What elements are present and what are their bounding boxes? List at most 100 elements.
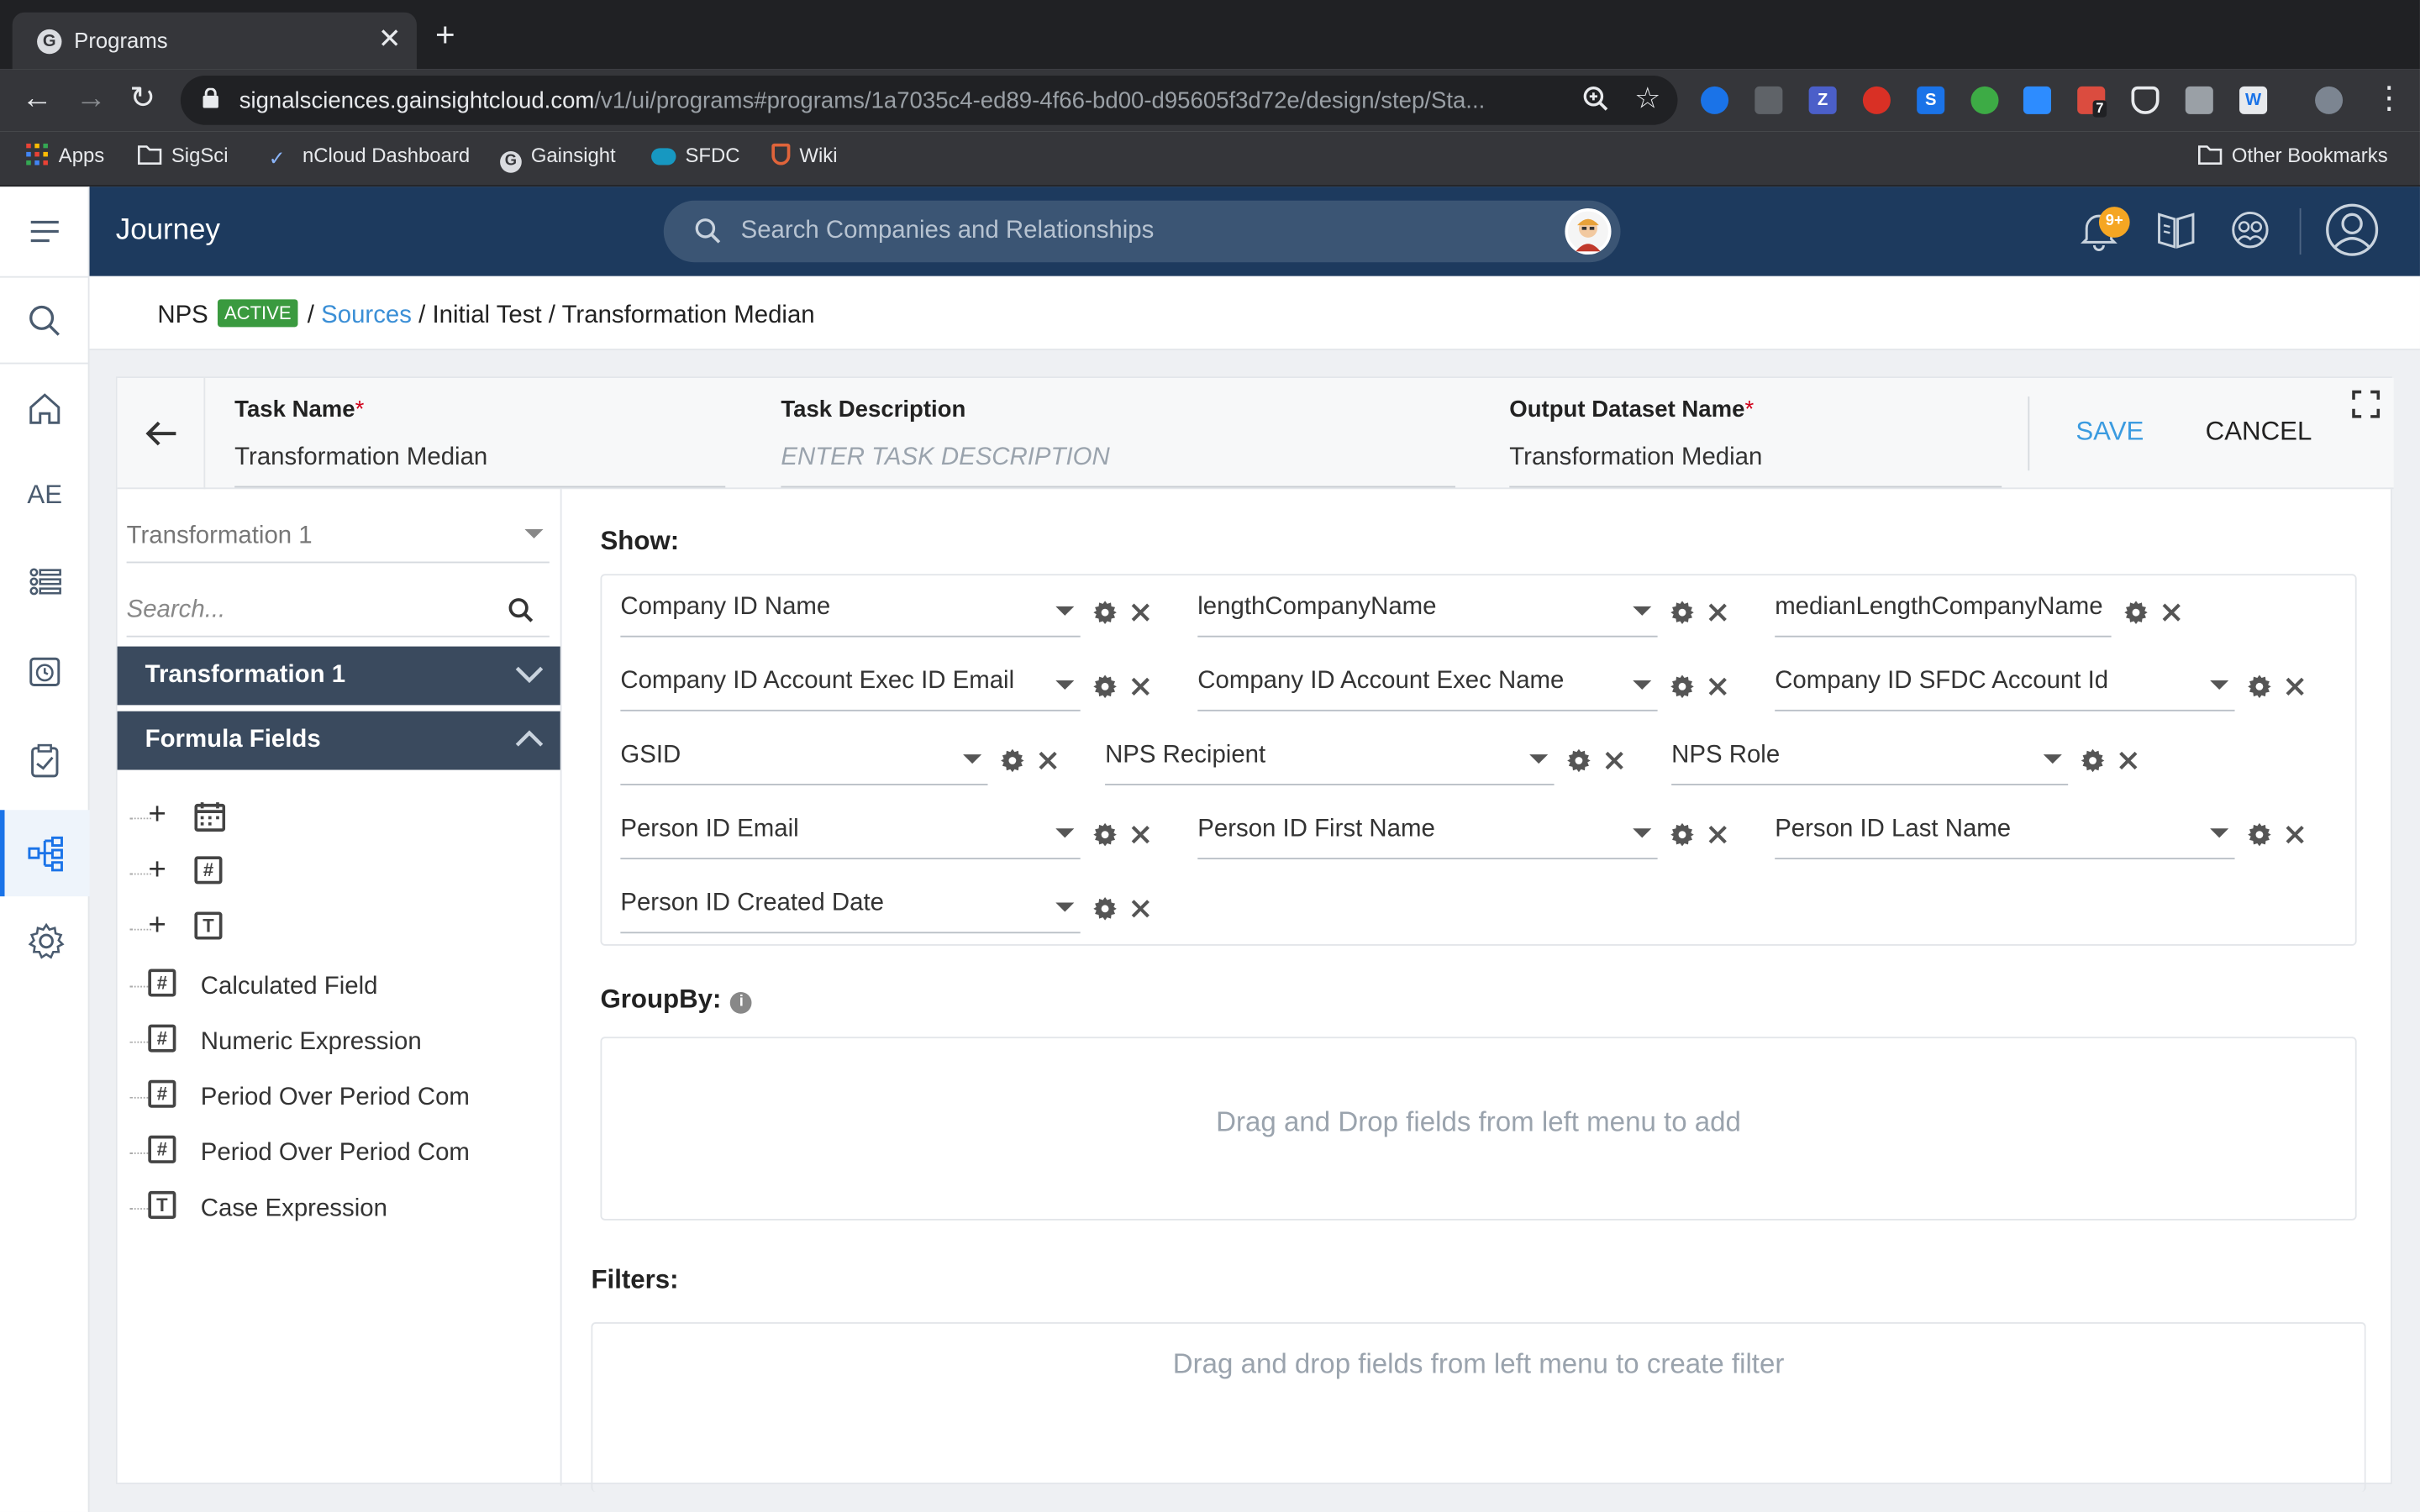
cancel-button[interactable]: CANCEL	[2206, 417, 2312, 448]
forward-arrow-icon[interactable]: →	[76, 81, 107, 115]
book-icon[interactable]	[2156, 208, 2196, 251]
field-settings-gear-icon[interactable]	[1000, 748, 1024, 773]
zoom-icon[interactable]	[1582, 85, 1610, 113]
rail-journey-icon[interactable]	[0, 810, 90, 897]
formula-item[interactable]: Calculated Field	[201, 974, 378, 1001]
field-settings-gear-icon[interactable]	[1092, 600, 1117, 624]
rail-settings-gear-icon[interactable]	[0, 898, 90, 981]
section-transformation-1[interactable]: Transformation 1	[117, 646, 560, 706]
show-field-select[interactable]: NPS Role	[1671, 732, 2069, 785]
show-field-select[interactable]: Person ID First Name	[1197, 807, 1658, 860]
show-field-select[interactable]: NPS Recipient	[1105, 732, 1555, 785]
remove-field-icon[interactable]	[1129, 824, 1151, 846]
show-field-select[interactable]: Company ID Account Exec Name	[1197, 659, 1658, 711]
remove-field-icon[interactable]	[1129, 675, 1151, 697]
tab-close-icon[interactable]: ✕	[378, 24, 402, 56]
bookmark-star-icon[interactable]: ☆	[1634, 81, 1660, 117]
back-arrow-icon[interactable]: ←	[22, 81, 53, 115]
browser-tab[interactable]: G Programs ✕	[12, 12, 417, 70]
remove-field-icon[interactable]	[1707, 824, 1728, 846]
breadcrumb-program[interactable]: NPS	[157, 302, 208, 328]
extension-s-icon[interactable]: S	[1917, 86, 1945, 114]
extension-z-icon[interactable]: Z	[1808, 86, 1837, 114]
show-field-select[interactable]: Company ID SFDC Account Id	[1775, 659, 2235, 711]
remove-field-icon[interactable]	[1707, 601, 1728, 623]
show-field-select[interactable]: Person ID Email	[620, 807, 1081, 860]
extension-circle-icon[interactable]	[1701, 86, 1729, 114]
user-avatar[interactable]	[1565, 207, 1612, 255]
menu-hamburger-icon[interactable]	[0, 190, 90, 273]
rail-search-icon[interactable]	[0, 279, 90, 362]
profile-avatar-icon[interactable]	[2315, 86, 2344, 114]
extension-stop-icon[interactable]	[1862, 86, 1891, 114]
output-dataset-input[interactable]: Transformation Median	[1509, 444, 2002, 488]
remove-field-icon[interactable]	[2160, 601, 2182, 623]
remove-field-icon[interactable]	[1129, 898, 1151, 920]
show-field-select[interactable]: lengthCompanyName	[1197, 585, 1658, 638]
remove-field-icon[interactable]	[1707, 675, 1728, 697]
show-field-select[interactable]: Person ID Last Name	[1775, 807, 2235, 860]
save-button[interactable]: SAVE	[2075, 417, 2144, 448]
add-date-formula-button[interactable]: +	[148, 798, 166, 833]
section-formula-fields[interactable]: Formula Fields	[117, 711, 560, 770]
bookmark-apps[interactable]: Apps	[24, 143, 104, 166]
field-settings-gear-icon[interactable]	[2247, 822, 2271, 847]
show-field-select[interactable]: Person ID Created Date	[620, 881, 1081, 934]
global-search-input[interactable]: Search Companies and Relationships	[663, 200, 1621, 263]
remove-field-icon[interactable]	[2284, 824, 2306, 846]
address-bar[interactable]: signalsciences.gainsightcloud.com/v1/ui/…	[180, 75, 1678, 125]
todoist-icon[interactable]: 7	[2077, 86, 2107, 118]
remove-field-icon[interactable]	[1603, 750, 1625, 772]
formula-item[interactable]: Numeric Expression	[201, 1029, 422, 1057]
show-field-select[interactable]: Company ID Account Exec ID Email	[620, 659, 1081, 711]
breadcrumb-sources-link[interactable]: Sources	[321, 302, 412, 328]
browser-menu-icon[interactable]: ⋮	[2374, 81, 2405, 115]
field-settings-gear-icon[interactable]	[1670, 600, 1694, 624]
rail-home-icon[interactable]	[0, 367, 90, 450]
field-settings-gear-icon[interactable]	[1092, 675, 1117, 699]
show-field-select[interactable]: Company ID Name	[620, 585, 1081, 638]
formula-item[interactable]: Period Over Period Com	[201, 1084, 470, 1112]
remove-field-icon[interactable]	[1129, 601, 1151, 623]
bookmark-ncloud[interactable]: ✓ nCloud Dashboard	[269, 144, 471, 170]
transformation-select[interactable]: Transformation 1	[126, 514, 550, 564]
groupby-dropzone[interactable]: Drag and Drop fields from left menu to a…	[600, 1037, 2357, 1221]
rail-ae[interactable]: AE	[0, 454, 90, 537]
add-number-formula-button[interactable]: +	[148, 853, 166, 889]
formula-item[interactable]: Period Over Period Com	[201, 1140, 470, 1168]
field-settings-gear-icon[interactable]	[2081, 748, 2105, 773]
field-settings-gear-icon[interactable]	[1092, 822, 1117, 847]
show-field-select[interactable]: medianLengthCompanyName	[1775, 585, 2112, 638]
reload-icon[interactable]: ↻	[129, 81, 155, 115]
field-settings-gear-icon[interactable]	[1670, 822, 1694, 847]
field-settings-gear-icon[interactable]	[1566, 748, 1591, 773]
show-field-select[interactable]: GSID	[620, 732, 988, 785]
fullscreen-icon[interactable]	[2352, 390, 2381, 418]
remove-field-icon[interactable]	[1037, 750, 1059, 772]
bookmark-gainsight[interactable]: G Gainsight	[500, 144, 616, 173]
filters-dropzone[interactable]: Drag and drop fields from left menu to c…	[591, 1322, 2366, 1493]
back-button[interactable]	[118, 377, 206, 490]
extension-w-icon[interactable]: W	[2239, 86, 2268, 114]
community-icon[interactable]	[2230, 208, 2270, 251]
rail-list-icon[interactable]	[0, 540, 90, 623]
field-settings-gear-icon[interactable]	[2123, 600, 2148, 624]
field-settings-gear-icon[interactable]	[1092, 896, 1117, 921]
extension-stack-icon[interactable]	[2185, 86, 2213, 114]
pocket-icon[interactable]	[2131, 86, 2160, 114]
info-icon[interactable]: i	[730, 991, 753, 1014]
rail-timeline-icon[interactable]	[0, 629, 90, 712]
field-settings-gear-icon[interactable]	[1670, 675, 1694, 699]
task-name-input[interactable]: Transformation Median	[234, 444, 726, 488]
formula-item[interactable]: Case Expression	[201, 1195, 387, 1223]
evernote-icon[interactable]	[1970, 86, 1999, 114]
remove-field-icon[interactable]	[2284, 675, 2306, 697]
bookmark-wiki[interactable]: Wiki	[771, 143, 837, 166]
other-bookmarks[interactable]: Other Bookmarks	[2197, 144, 2388, 166]
zoom-extension-icon[interactable]	[2023, 86, 2051, 114]
add-text-formula-button[interactable]: +	[148, 909, 166, 944]
bookmark-sigsci[interactable]: SigSci	[137, 144, 229, 166]
extension-card-icon[interactable]	[1754, 86, 1783, 114]
bookmark-sfdc[interactable]: SFDC	[651, 144, 739, 166]
remove-field-icon[interactable]	[2118, 750, 2139, 772]
